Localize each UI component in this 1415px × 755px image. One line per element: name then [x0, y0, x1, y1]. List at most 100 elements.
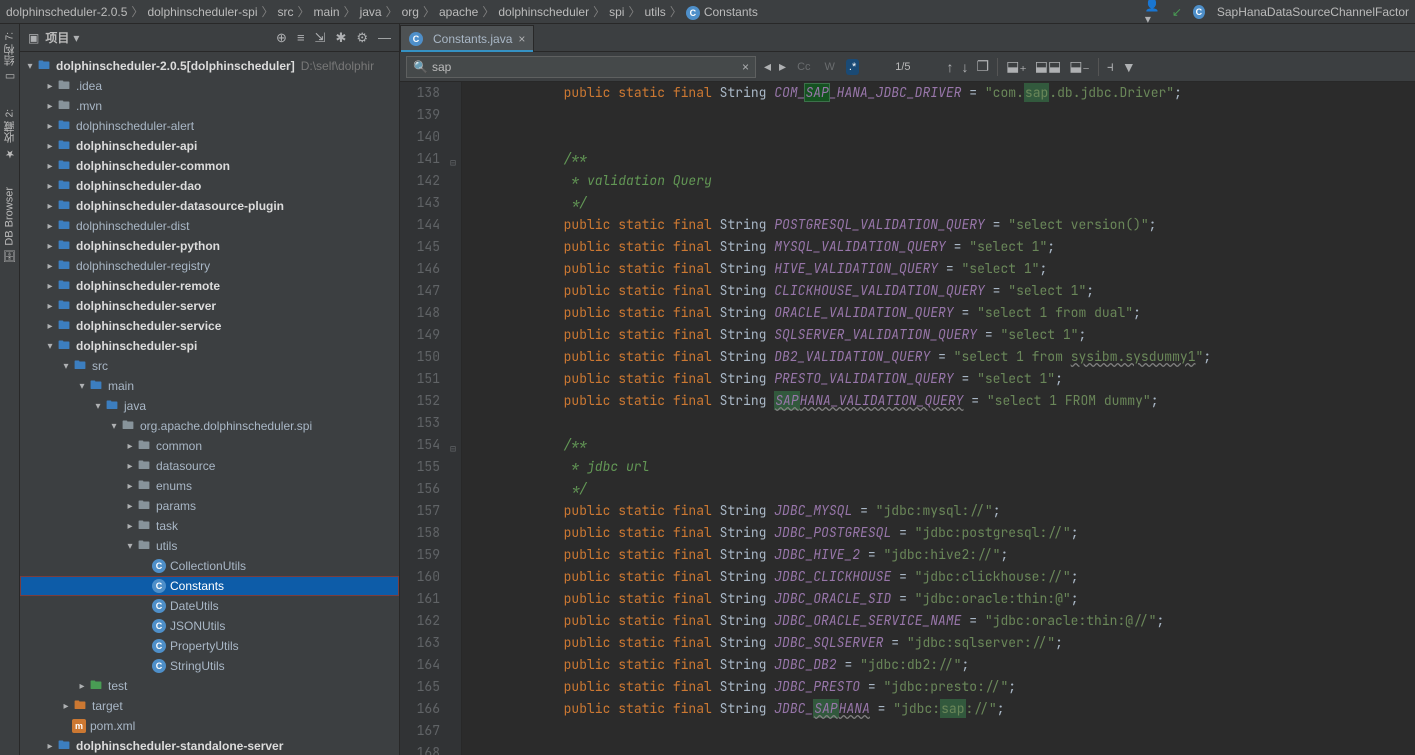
code-line[interactable]: /**	[470, 148, 1415, 170]
tree-item-dolphinscheduler-spi[interactable]: ▾🖿dolphinscheduler-spi	[20, 336, 399, 356]
settings-icon[interactable]: ✱	[335, 30, 346, 46]
tree-item-constants[interactable]: CConstants	[20, 576, 399, 596]
breadcrumb-dolphinscheduler[interactable]: dolphinscheduler	[498, 5, 589, 19]
code-line[interactable]: public static final String JDBC_POSTGRES…	[470, 522, 1415, 544]
tree-item-dolphinscheduler-server[interactable]: ▸🖿dolphinscheduler-server	[20, 296, 399, 316]
filter-icon[interactable]: ▼	[1122, 59, 1136, 75]
code-line[interactable]: public static final String MYSQL_VALIDAT…	[470, 236, 1415, 258]
tree-item-dolphinscheduler-registry[interactable]: ▸🖿dolphinscheduler-registry	[20, 256, 399, 276]
tree-item-main[interactable]: ▾🖿main	[20, 376, 399, 396]
add-selection-icon[interactable]: ⬓₊	[1006, 58, 1027, 75]
tree-item-stringutils[interactable]: CStringUtils	[20, 656, 399, 676]
tree-item-dolphinscheduler-alert[interactable]: ▸🖿dolphinscheduler-alert	[20, 116, 399, 136]
breadcrumb-apache[interactable]: apache	[439, 5, 478, 19]
fold-icon[interactable]: ⊟	[450, 438, 456, 460]
tree-item-pom-xml[interactable]: mpom.xml	[20, 716, 399, 736]
tree-item-dolphinscheduler-remote[interactable]: ▸🖿dolphinscheduler-remote	[20, 276, 399, 296]
code-line[interactable]	[470, 412, 1415, 434]
tree-item-dolphinscheduler-dist[interactable]: ▸🖿dolphinscheduler-dist	[20, 216, 399, 236]
new-window-icon[interactable]: ❐	[977, 58, 990, 75]
breadcrumb-src[interactable]: src	[278, 5, 294, 19]
search-input-wrapper[interactable]: 🔍 ×	[406, 56, 756, 78]
clear-search-icon[interactable]: ×	[742, 60, 749, 74]
code-line[interactable]: public static final String SQLSERVER_VAL…	[470, 324, 1415, 346]
select-all-icon[interactable]: ⬓⬓	[1035, 58, 1061, 75]
remove-selection-icon[interactable]: ⬓₋	[1069, 58, 1090, 75]
code-line[interactable]	[470, 720, 1415, 742]
code-line[interactable]: * jdbc url	[470, 456, 1415, 478]
tree-item-collectionutils[interactable]: CCollectionUtils	[20, 556, 399, 576]
toggle-icon[interactable]: ⫞	[1107, 58, 1114, 75]
dropdown-icon[interactable]: ▾	[73, 31, 79, 45]
words-toggle[interactable]: W	[822, 59, 838, 75]
user-icon[interactable]: 👤▾	[1145, 4, 1161, 20]
code-line[interactable]: public static final String JDBC_DB2 = "j…	[470, 654, 1415, 676]
tree-item--idea[interactable]: ▸🖿.idea	[20, 76, 399, 96]
fold-icon[interactable]: ⊟	[450, 152, 456, 174]
project-tree[interactable]: ▾🖿dolphinscheduler-2.0.5 [dolphinschedul…	[20, 52, 399, 755]
tool-tab-structure[interactable]: ▭结构7:	[2, 28, 18, 87]
tree-item-jsonutils[interactable]: CJSONUtils	[20, 616, 399, 636]
breadcrumb-main[interactable]: main	[314, 5, 340, 19]
tree-item-java[interactable]: ▾🖿java	[20, 396, 399, 416]
tree-item-target[interactable]: ▸🖿target	[20, 696, 399, 716]
code-line[interactable]	[470, 104, 1415, 126]
down-arrow-icon[interactable]: ↓	[962, 59, 969, 75]
next-occurrence-icon[interactable]: ▸	[779, 58, 786, 75]
code-line[interactable]: public static final String JDBC_SQLSERVE…	[470, 632, 1415, 654]
expand-icon[interactable]: ≡	[297, 30, 305, 46]
code-line[interactable]: public static final String SAPHANA_VALID…	[470, 390, 1415, 412]
nav-related-file[interactable]: SapHanaDataSourceChannelFactor	[1217, 5, 1409, 19]
tree-item-utils[interactable]: ▾🖿utils	[20, 536, 399, 556]
breadcrumb-java[interactable]: java	[360, 5, 382, 19]
tool-tab-favorites[interactable]: ★收藏2:	[2, 105, 18, 164]
code-line[interactable]: * validation Query	[470, 170, 1415, 192]
code-line[interactable]	[470, 126, 1415, 148]
tree-item-org-apache-dolphinscheduler-spi[interactable]: ▾🖿org.apache.dolphinscheduler.spi	[20, 416, 399, 436]
code-line[interactable]: public static final String JDBC_CLICKHOU…	[470, 566, 1415, 588]
back-arrow-icon[interactable]: ↙	[1169, 4, 1185, 20]
code-line[interactable]: public static final String JDBC_SAPHANA …	[470, 698, 1415, 720]
hide-icon[interactable]: —	[378, 30, 391, 46]
tree-item-dolphinscheduler-datasource-plugin[interactable]: ▸🖿dolphinscheduler-datasource-plugin	[20, 196, 399, 216]
code-line[interactable]: public static final String HIVE_VALIDATI…	[470, 258, 1415, 280]
code-line[interactable]: public static final String DB2_VALIDATIO…	[470, 346, 1415, 368]
breadcrumb-spi[interactable]: spi	[609, 5, 624, 19]
code-line[interactable]: public static final String POSTGRESQL_VA…	[470, 214, 1415, 236]
collapse-icon[interactable]: ⇲	[315, 30, 326, 46]
up-arrow-icon[interactable]: ↑	[947, 59, 954, 75]
code-content[interactable]: public static final String COM_SAP_HANA_…	[462, 82, 1415, 755]
gear-icon[interactable]: ⚙	[356, 30, 368, 46]
breadcrumb-utils[interactable]: utils	[644, 5, 665, 19]
code-line[interactable]: public static final String COM_SAP_HANA_…	[470, 82, 1415, 104]
code-line[interactable]	[470, 742, 1415, 755]
code-line[interactable]: */	[470, 478, 1415, 500]
editor-tab-constants[interactable]: C Constants.java ×	[400, 25, 534, 51]
prev-occurrence-icon[interactable]: ◂	[764, 58, 771, 75]
code-line[interactable]: public static final String CLICKHOUSE_VA…	[470, 280, 1415, 302]
tree-item-dolphinscheduler-standalone-server[interactable]: ▸🖿dolphinscheduler-standalone-server	[20, 736, 399, 755]
tree-item-enums[interactable]: ▸🖿enums	[20, 476, 399, 496]
fold-gutter[interactable]: ⊟⊟	[448, 82, 462, 755]
code-area[interactable]: 1381391401411421431441451461471481491501…	[400, 82, 1415, 755]
tree-item-params[interactable]: ▸🖿params	[20, 496, 399, 516]
match-case-toggle[interactable]: Cc	[794, 59, 813, 75]
tree-item-propertyutils[interactable]: CPropertyUtils	[20, 636, 399, 656]
breadcrumb-dolphinscheduler-2.0.5[interactable]: dolphinscheduler-2.0.5	[6, 5, 127, 19]
breadcrumb-org[interactable]: org	[402, 5, 419, 19]
tree-item-dolphinscheduler-python[interactable]: ▸🖿dolphinscheduler-python	[20, 236, 399, 256]
tree-item-datasource[interactable]: ▸🖿datasource	[20, 456, 399, 476]
tree-root[interactable]: ▾🖿dolphinscheduler-2.0.5 [dolphinschedul…	[20, 56, 399, 76]
breadcrumb-Constants[interactable]: Constants	[704, 5, 758, 19]
tree-item-dolphinscheduler-dao[interactable]: ▸🖿dolphinscheduler-dao	[20, 176, 399, 196]
close-icon[interactable]: ×	[518, 32, 525, 46]
tree-item-dolphinscheduler-api[interactable]: ▸🖿dolphinscheduler-api	[20, 136, 399, 156]
locate-icon[interactable]: ⊕	[276, 30, 287, 46]
tree-item-common[interactable]: ▸🖿common	[20, 436, 399, 456]
code-line[interactable]: */	[470, 192, 1415, 214]
tree-item-dateutils[interactable]: CDateUtils	[20, 596, 399, 616]
regex-toggle[interactable]: .*	[846, 59, 859, 75]
code-line[interactable]: public static final String JDBC_HIVE_2 =…	[470, 544, 1415, 566]
code-line[interactable]: public static final String JDBC_PRESTO =…	[470, 676, 1415, 698]
tree-item-src[interactable]: ▾🖿src	[20, 356, 399, 376]
